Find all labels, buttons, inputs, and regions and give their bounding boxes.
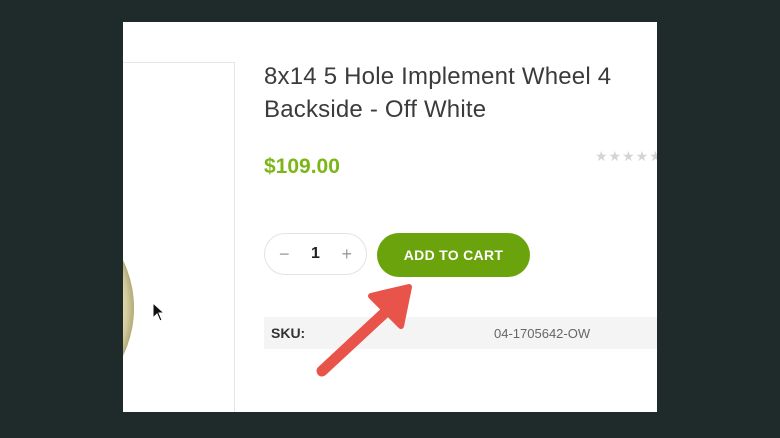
product-page: 8x14 5 Hole Implement Wheel 4 Backside -… [123,22,657,412]
sku-label: SKU: [271,325,306,341]
rating-stars[interactable]: ★★★★★ [595,148,657,165]
product-title: 8x14 5 Hole Implement Wheel 4 Backside -… [264,60,657,126]
product-image-panel[interactable] [123,62,235,412]
sku-row: SKU: 04-1705642-OW [264,317,657,349]
quantity-decrease-button[interactable]: − [279,244,290,265]
wheel-image [123,203,134,412]
quantity-value[interactable]: 1 [311,245,320,263]
product-title-line2: Backside - Off White [264,96,487,123]
product-price: $109.00 [264,155,340,178]
sku-value: 04-1705642-OW [494,325,591,341]
product-title-line1: 8x14 5 Hole Implement Wheel 4 [264,63,612,90]
quantity-stepper[interactable]: − 1 + [264,233,367,275]
add-to-cart-button[interactable]: ADD TO CART [377,233,530,277]
quantity-increase-button[interactable]: + [341,244,352,265]
mouse-cursor-icon [152,302,166,322]
